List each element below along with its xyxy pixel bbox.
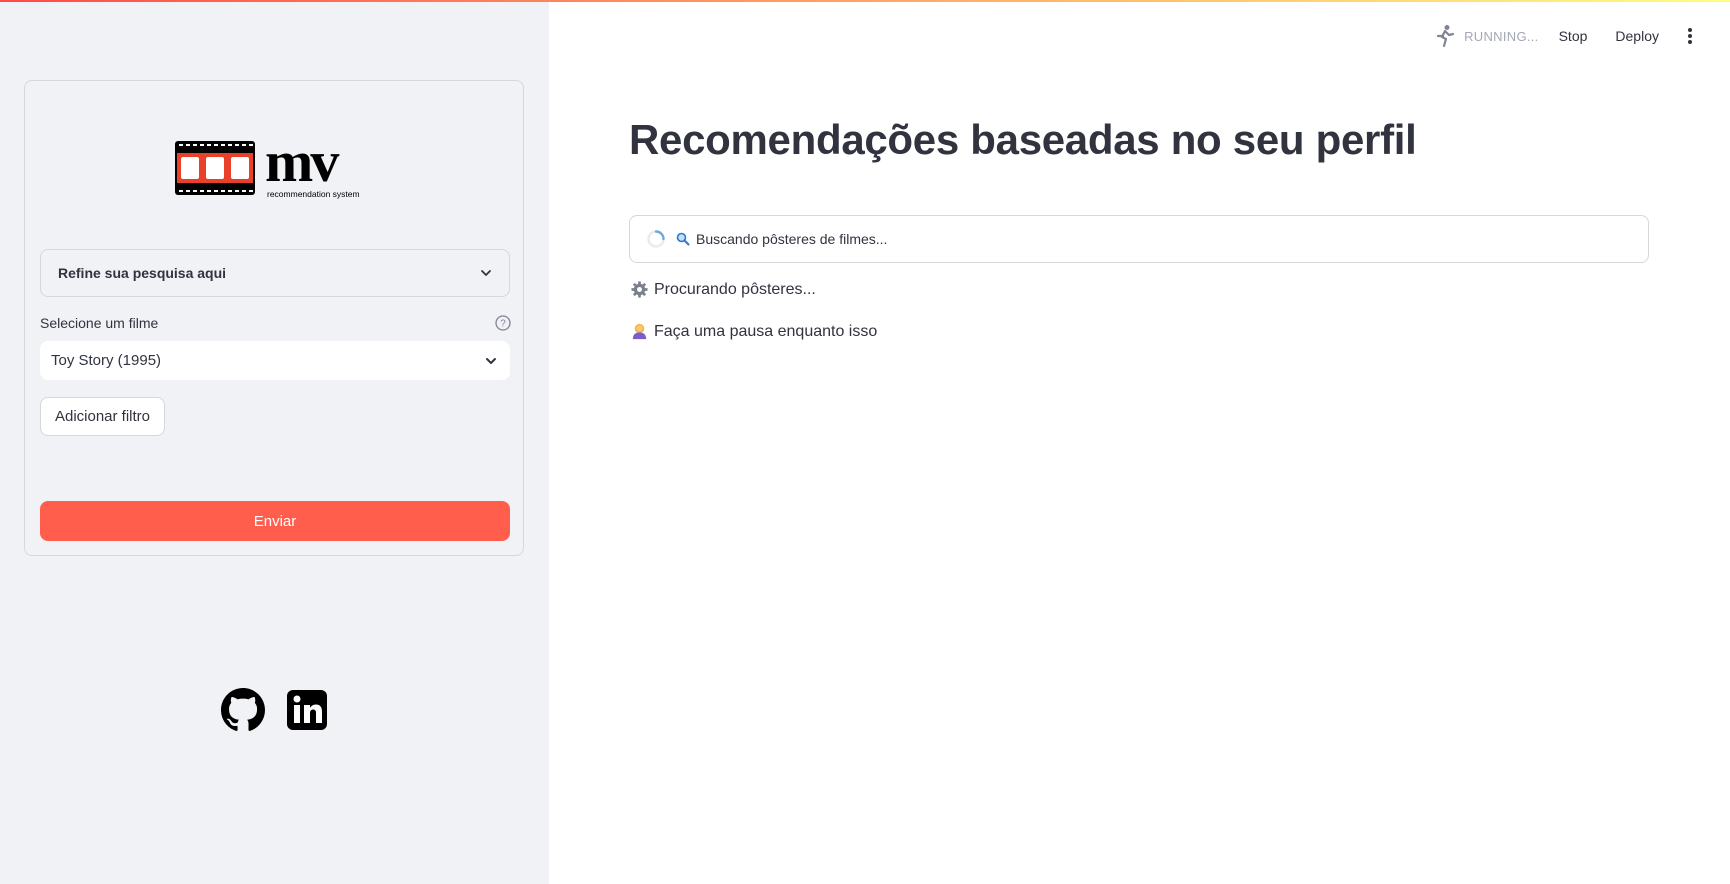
chevron-down-icon xyxy=(481,270,491,276)
submit-button[interactable]: Enviar xyxy=(40,501,510,541)
status-message: Faça uma pausa enquanto isso xyxy=(630,322,877,341)
page-title: Recomendações baseadas no seu perfil xyxy=(629,116,1417,163)
github-icon[interactable] xyxy=(221,688,265,732)
deploy-button[interactable]: Deploy xyxy=(1615,28,1659,44)
loading-status-box: Buscando pôsteres de filmes... xyxy=(629,215,1649,263)
spinner-icon xyxy=(647,230,665,248)
refine-search-expander[interactable]: Refine sua pesquisa aqui xyxy=(40,249,510,297)
meditation-icon xyxy=(632,323,647,340)
expander-label: Refine sua pesquisa aqui xyxy=(58,265,227,281)
running-status: RUNNING... xyxy=(1464,28,1539,44)
svg-text:recommendation system: recommendation system xyxy=(267,189,360,199)
gear-icon xyxy=(631,281,648,298)
movie-select-label: Selecione um filme xyxy=(40,315,159,331)
svg-text:?: ? xyxy=(500,319,506,330)
magnifier-icon xyxy=(676,232,690,246)
sidebar: mv recommendation system Refine sua pesq… xyxy=(0,0,549,884)
loading-status-text: Buscando pôsteres de filmes... xyxy=(696,231,888,247)
linkedin-icon[interactable] xyxy=(285,688,329,732)
movie-select[interactable]: Toy Story (1995) xyxy=(40,341,510,380)
app-logo: mv recommendation system xyxy=(175,133,360,199)
add-filter-button[interactable]: Adicionar filtro xyxy=(40,397,165,436)
status-message-text: Procurando pôsteres... xyxy=(654,280,816,298)
top-decoration-bar xyxy=(0,0,1730,2)
app-header-toolbar: RUNNING... Stop Deploy xyxy=(1434,20,1730,52)
kebab-menu-icon[interactable] xyxy=(1687,27,1693,45)
help-icon[interactable]: ? xyxy=(494,314,512,332)
movie-select-value: Toy Story (1995) xyxy=(51,352,162,369)
svg-text:mv: mv xyxy=(265,133,339,194)
search-form: mv recommendation system Refine sua pesq… xyxy=(24,80,524,556)
status-message-text: Faça uma pausa enquanto isso xyxy=(654,322,878,340)
status-message: Procurando pôsteres... xyxy=(630,280,816,299)
chevron-down-icon xyxy=(486,357,496,364)
stop-button[interactable]: Stop xyxy=(1559,28,1588,44)
running-man-icon xyxy=(1436,25,1455,48)
